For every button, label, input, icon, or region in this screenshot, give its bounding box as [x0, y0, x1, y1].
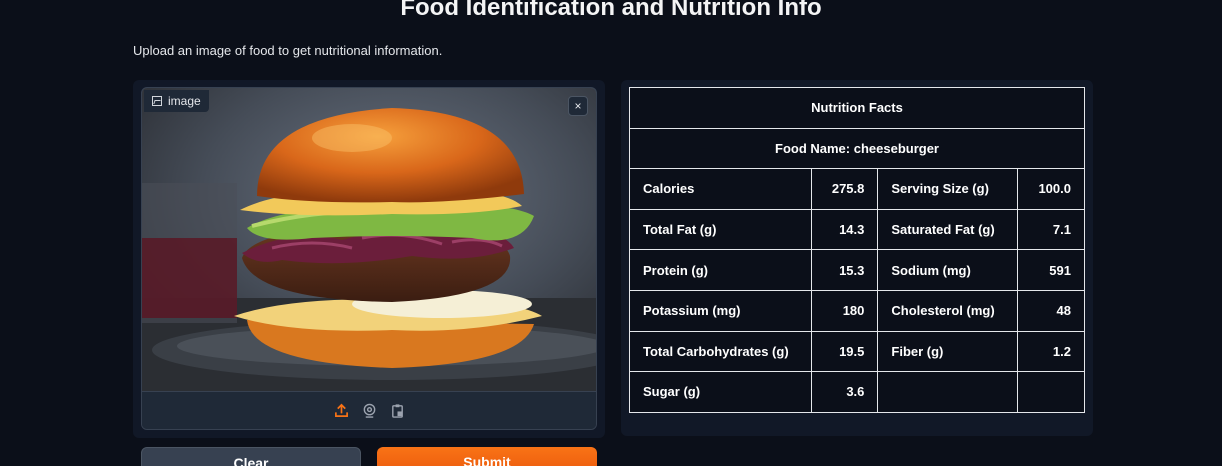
page-title: Food Identification and Nutrition Info	[400, 0, 822, 21]
nutrient-label: Total Fat (g)	[628, 208, 813, 251]
uploaded-food-image	[142, 88, 596, 391]
image-icon	[152, 96, 162, 106]
nutrient-value: 275.8	[811, 168, 879, 210]
table-row: Protein (g) 15.3 Sodium (mg) 591	[628, 249, 1085, 291]
table-row: Nutrition Facts	[629, 87, 1085, 129]
nutrient-value: 19.5	[811, 330, 879, 373]
table-row: Total Carbohydrates (g) 19.5 Fiber (g) 1…	[628, 330, 1085, 373]
nutrition-title: Nutrition Facts	[629, 87, 1085, 129]
nutrient-label: Fiber (g)	[877, 330, 1019, 373]
image-label: image	[168, 94, 201, 108]
output-panel: Nutrition Facts Food Name: cheeseburger …	[621, 80, 1093, 436]
nutrient-value: 7.1	[1017, 208, 1085, 251]
burger-photo	[142, 88, 596, 391]
nutrient-label: Sugar (g)	[628, 371, 813, 413]
nutrient-label: Cholesterol (mg)	[877, 289, 1019, 332]
table-row: Potassium (mg) 180 Cholesterol (mg) 48	[628, 289, 1085, 332]
remove-image-button[interactable]: ×	[568, 96, 588, 116]
image-upload-area[interactable]: image ×	[141, 87, 597, 430]
app-page: Food Identification and Nutrition Info U…	[0, 0, 1222, 466]
page-description: Upload an image of food to get nutrition…	[133, 43, 443, 58]
submit-button[interactable]: Submit	[377, 447, 597, 466]
food-name: Food Name: cheeseburger	[629, 127, 1085, 170]
nutrient-value: 100.0	[1017, 168, 1085, 210]
nutrient-value: 14.3	[811, 208, 879, 251]
nutrient-value: 591	[1017, 249, 1085, 291]
nutrient-value: 3.6	[811, 371, 879, 413]
empty-cell	[1017, 371, 1085, 413]
webcam-icon[interactable]	[361, 403, 377, 419]
table-row: Food Name: cheeseburger	[629, 127, 1085, 170]
nutrient-value: 15.3	[811, 249, 879, 291]
nutrient-label: Potassium (mg)	[628, 289, 813, 332]
clear-button[interactable]: Clear	[141, 447, 361, 466]
nutrient-value: 1.2	[1017, 330, 1085, 373]
input-panel: image ×	[133, 80, 605, 438]
nutrient-label: Serving Size (g)	[877, 168, 1019, 210]
upload-icon[interactable]	[333, 403, 349, 419]
nutrient-label: Protein (g)	[628, 249, 813, 291]
table-row: Sugar (g) 3.6	[628, 371, 1085, 413]
nutrient-label: Total Carbohydrates (g)	[628, 330, 813, 373]
clipboard-icon[interactable]	[389, 403, 405, 419]
nutrient-value: 48	[1017, 289, 1085, 332]
empty-cell	[877, 371, 1019, 413]
nutrient-label: Sodium (mg)	[877, 249, 1019, 291]
nutrient-value: 180	[811, 289, 879, 332]
nutrient-label: Saturated Fat (g)	[877, 208, 1019, 251]
nutrition-table: Nutrition Facts Food Name: cheeseburger …	[628, 87, 1085, 413]
image-source-toolbar	[142, 391, 596, 429]
nutrient-label: Calories	[628, 168, 813, 210]
table-row: Calories 275.8 Serving Size (g) 100.0	[628, 168, 1085, 210]
image-label-tag: image	[144, 90, 209, 112]
table-row: Total Fat (g) 14.3 Saturated Fat (g) 7.1	[628, 208, 1085, 251]
